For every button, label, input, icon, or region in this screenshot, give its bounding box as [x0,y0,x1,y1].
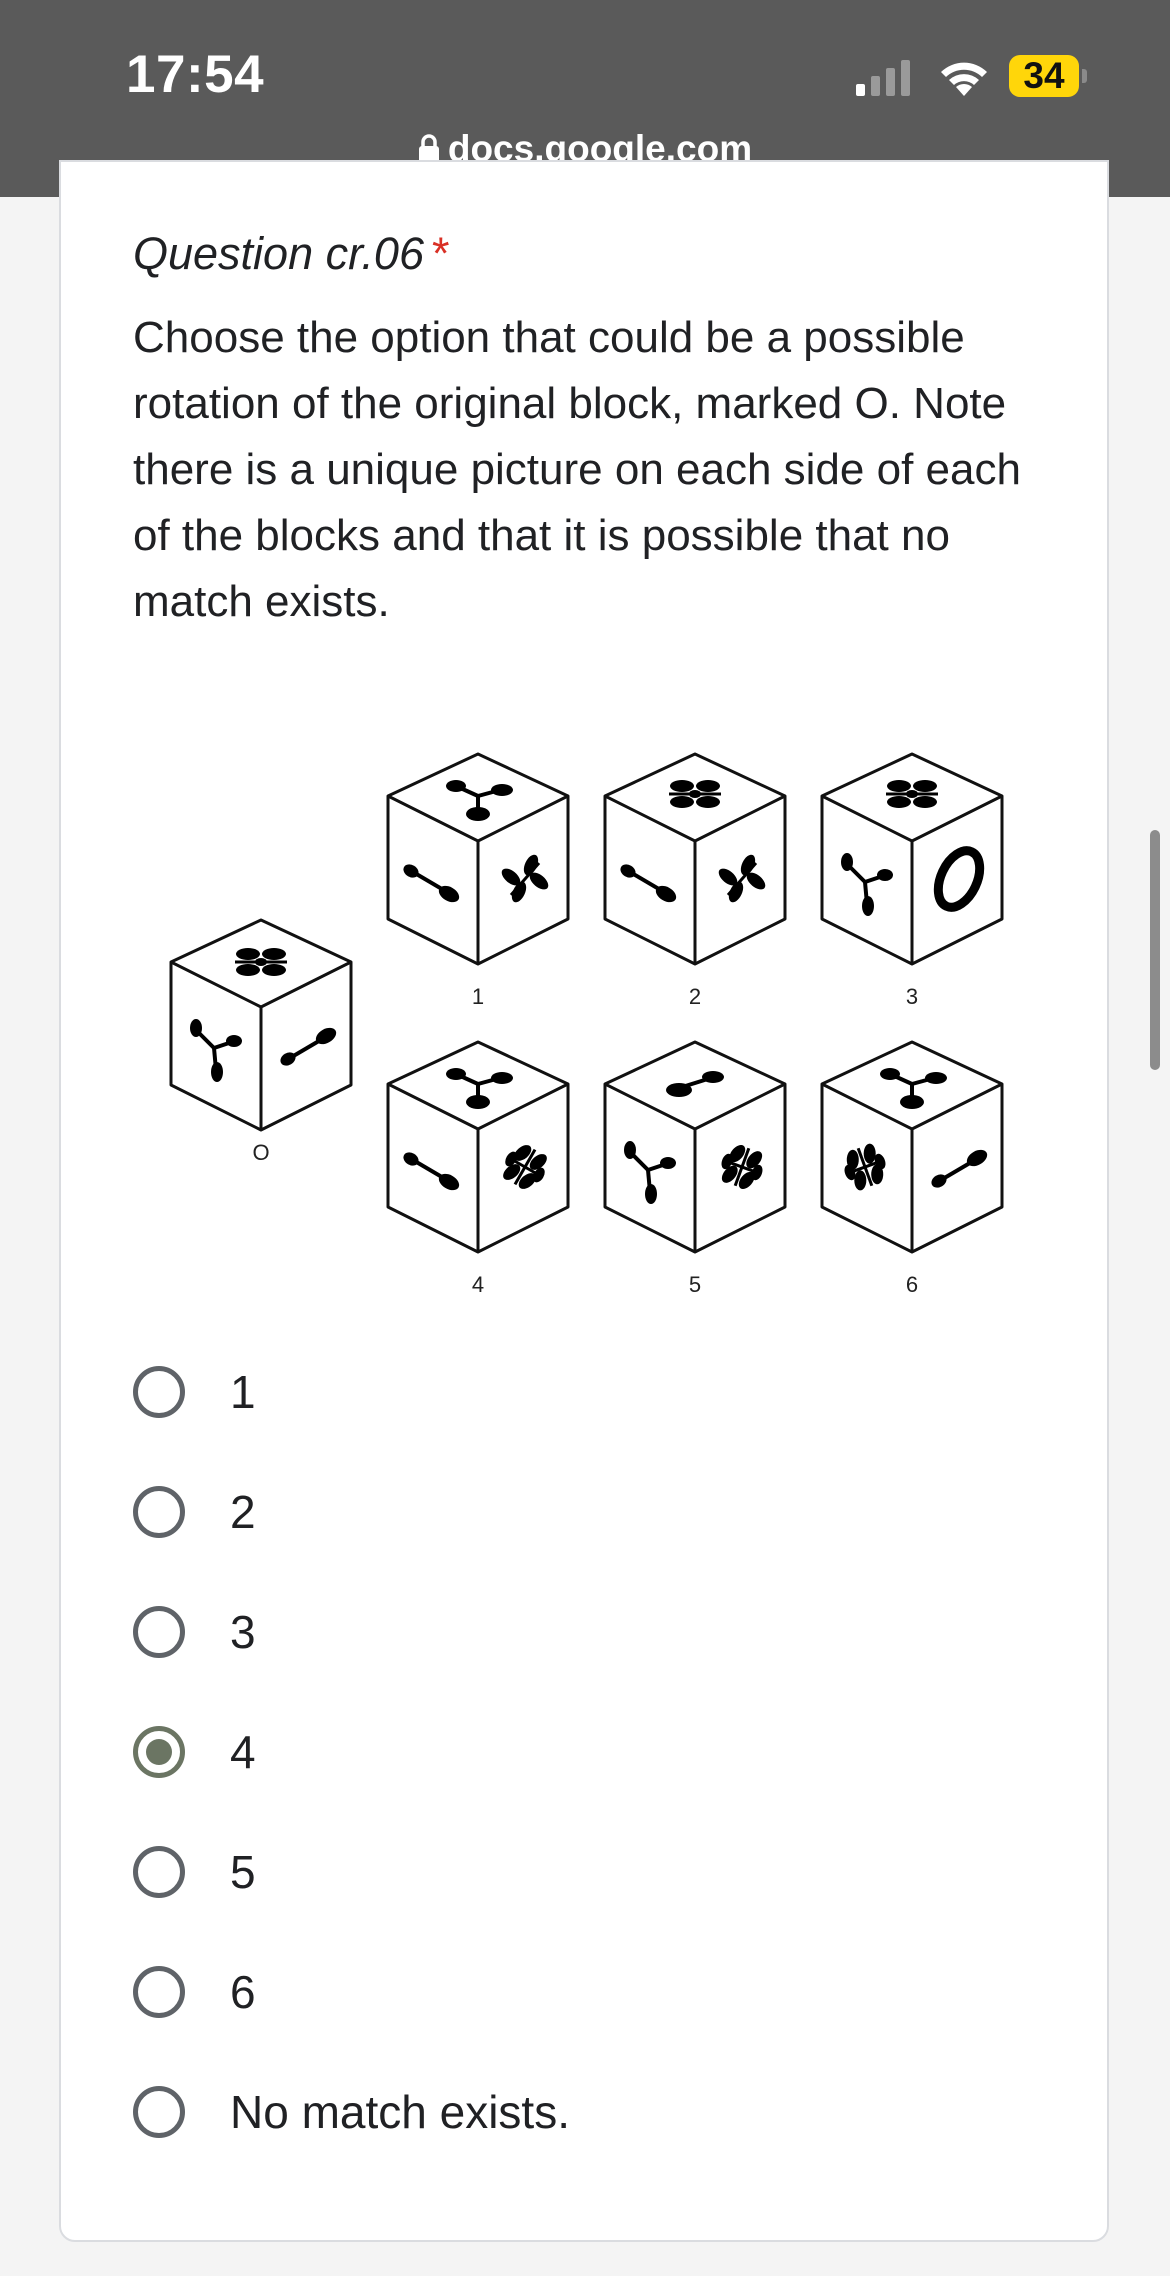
cube-label-4: 4 [472,1272,484,1297]
scrollbar-thumb[interactable] [1150,830,1160,1070]
option-label-6: 6 [230,1966,256,2018]
option-label-2: 2 [230,1486,256,1538]
cube-label-2: 2 [689,984,701,1009]
required-marker: * [431,228,450,279]
cube-label-1: 1 [472,984,484,1009]
radio-button-5[interactable] [133,1846,185,1898]
wifi-icon [941,62,987,96]
option-no-match[interactable]: No match exists. [133,2082,570,2142]
option-3[interactable]: 3 [133,1602,256,1662]
cube-6 [820,1040,1004,1254]
cube-3 [820,752,1004,966]
option-label-no-match: No match exists. [230,2086,570,2138]
option-label-4: 4 [230,1726,256,1778]
question-title-text: Question cr.06 [133,228,424,279]
option-1[interactable]: 1 [133,1362,256,1422]
question-description: Choose the option that could be a possib… [133,313,1021,626]
radio-button-2[interactable] [133,1486,185,1538]
battery-tip [1082,69,1087,83]
status-time: 17:54 [126,45,265,104]
cellular-signal-icon [856,60,910,96]
option-label-3: 3 [230,1606,256,1658]
cube-puzzle-image: O 1 2 3 4 5 6 [169,752,1004,1297]
cube-4 [386,1040,570,1254]
cube-1 [386,752,570,966]
radio-button-6[interactable] [133,1966,185,2018]
option-6[interactable]: 6 [133,1962,256,2022]
radio-button-4-selected[interactable] [133,1726,185,1778]
option-5[interactable]: 5 [133,1842,256,1902]
radio-button-no-match[interactable] [133,2086,185,2138]
cube-2 [603,752,787,966]
option-label-1: 1 [230,1366,256,1418]
cube-label-5: 5 [689,1272,701,1297]
cube-label-original: O [252,1140,269,1165]
cube-label-3: 3 [906,984,918,1009]
question-title: Question cr.06 * [133,228,450,280]
battery-icon: 34 [1009,55,1079,97]
option-4[interactable]: 4 [133,1722,256,1782]
cube-5 [603,1040,787,1254]
radio-button-1[interactable] [133,1366,185,1418]
option-2[interactable]: 2 [133,1482,256,1542]
radio-button-3[interactable] [133,1606,185,1658]
cube-original [169,918,353,1132]
cube-label-6: 6 [906,1272,918,1297]
option-label-5: 5 [230,1846,256,1898]
